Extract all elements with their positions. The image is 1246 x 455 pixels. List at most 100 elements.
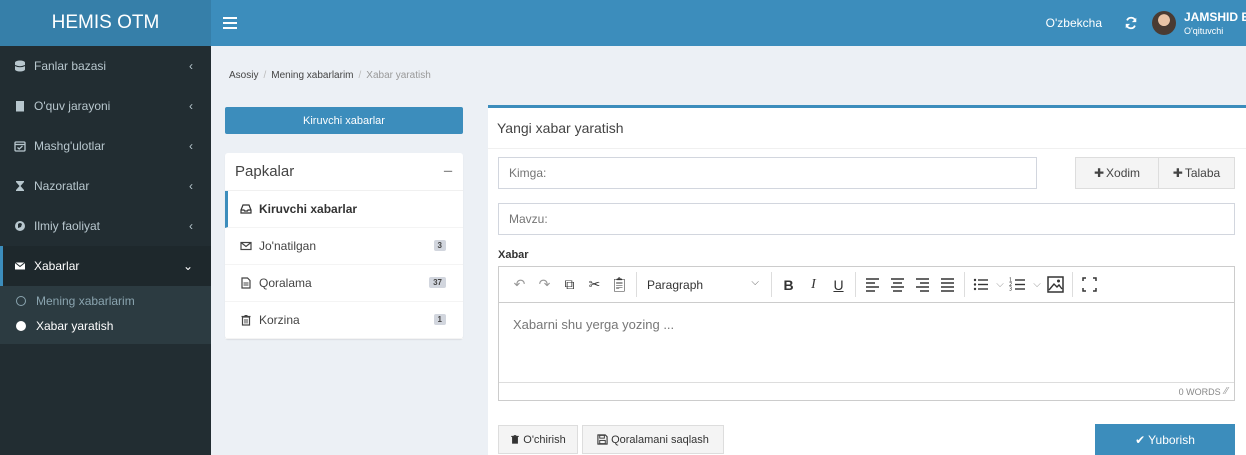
- sidebar-item-label: Ilmiy faoliyat: [34, 219, 101, 233]
- sidebar-submenu: Mening xabarlarim Xabar yaratish: [0, 286, 211, 344]
- envelope-icon: [14, 262, 26, 270]
- folders-header: Papkalar −: [225, 153, 463, 191]
- sidebar-item-oquv-jarayoni[interactable]: O'quv jarayoni ‹: [0, 86, 211, 126]
- folder-inbox[interactable]: Kiruvchi xabarlar: [225, 191, 463, 228]
- sidebar-item-ilmiy-faoliyat[interactable]: Ilmiy faoliyat ‹: [0, 206, 211, 246]
- paragraph-format-select[interactable]: Paragraph ⌵: [641, 272, 767, 297]
- book-icon: [16, 101, 24, 112]
- copy-icon[interactable]: ⧉: [557, 272, 582, 297]
- sidebar-subitem-label: Mening xabarlarim: [36, 293, 135, 308]
- folder-count-badge: 37: [429, 277, 446, 288]
- align-left-icon[interactable]: [860, 272, 885, 297]
- inbox-icon: [240, 204, 252, 214]
- breadcrumb-separator: /: [358, 70, 362, 81]
- folders-panel: Papkalar − Kiruvchi xabarlar Jo'natilgan…: [225, 153, 463, 339]
- sidebar-subitem-label: Xabar yaratish: [36, 318, 114, 333]
- insert-image-icon[interactable]: [1043, 272, 1068, 297]
- chevron-down-icon: ⌵: [751, 277, 759, 288]
- numbered-list-icon[interactable]: 123: [1006, 272, 1031, 297]
- folder-trash[interactable]: Korzina 1: [225, 302, 463, 339]
- plus-icon: ✚: [1172, 166, 1183, 180]
- menu-toggle-icon[interactable]: [223, 17, 237, 29]
- sidebar-item-nazoratlar[interactable]: Nazoratlar ‹: [0, 166, 211, 206]
- sidebar-item-label: Nazoratlar: [34, 179, 90, 193]
- trash-icon: [511, 435, 520, 444]
- add-student-button[interactable]: ✚ Talaba: [1158, 157, 1235, 189]
- add-employee-button[interactable]: ✚ Xodim: [1075, 157, 1159, 189]
- toolbar-divider: [771, 272, 772, 297]
- align-justify-icon[interactable]: [935, 272, 960, 297]
- user-menu[interactable]: JAMSHID ELOV O'qituvchi: [1184, 10, 1246, 36]
- inbox-button[interactable]: Kiruvchi xabarlar: [225, 107, 463, 134]
- editor-placeholder: Xabarni shu yerga yozing ...: [513, 317, 675, 332]
- sidebar-item-mashgulotlar[interactable]: Mashg'ulotlar ‹: [0, 126, 211, 166]
- sidebar-item-fanlar-bazasi[interactable]: Fanlar bazasi ‹: [0, 46, 211, 86]
- compose-box: Yangi xabar yaratish ✚ Xodim ✚ Talaba Xa…: [488, 105, 1246, 455]
- undo-icon[interactable]: ↶: [507, 272, 532, 297]
- editor-toolbar: ↶ ↷ ⧉ ✂ 📋︎ Paragraph ⌵ B I U ⌵ 123 ⌵: [499, 267, 1234, 303]
- folder-label: Jo'natilgan: [259, 239, 316, 253]
- delete-button[interactable]: O'chirish: [498, 425, 578, 454]
- sidebar-item-xabarlar[interactable]: Xabarlar ⌄: [0, 246, 211, 286]
- chevron-down-icon[interactable]: ⌵: [994, 272, 1006, 297]
- align-center-icon[interactable]: [885, 272, 910, 297]
- cut-icon[interactable]: ✂: [582, 272, 607, 297]
- circle-outline-icon: [16, 295, 26, 306]
- breadcrumb-separator: /: [263, 70, 267, 81]
- user-name: JAMSHID ELOV: [1184, 10, 1246, 24]
- save-draft-button[interactable]: Qoralamani saqlash: [582, 425, 724, 454]
- message-body-editor[interactable]: Xabarni shu yerga yozing ...: [499, 303, 1234, 375]
- folder-count-badge: 1: [433, 314, 446, 325]
- refresh-icon[interactable]: [1124, 16, 1138, 30]
- breadcrumb: Asosiy / Mening xabarlarim / Xabar yarat…: [229, 70, 431, 81]
- top-header: HEMIS OTM O'zbekcha JAMSHID ELOV O'qituv…: [0, 0, 1246, 46]
- sidebar-subitem-mening-xabarlarim[interactable]: Mening xabarlarim: [0, 288, 211, 313]
- sidebar-item-label: Mashg'ulotlar: [34, 139, 105, 153]
- message-label: Xabar: [498, 249, 529, 261]
- chevron-down-icon[interactable]: ⌵: [1031, 272, 1043, 297]
- language-switcher[interactable]: O'zbekcha: [1046, 16, 1102, 30]
- save-draft-label: Qoralamani saqlash: [611, 433, 709, 446]
- fullscreen-icon[interactable]: [1077, 272, 1102, 297]
- sidebar: Fanlar bazasi ‹ O'quv jarayoni ‹ Mashg'u…: [0, 46, 211, 455]
- compose-title: Yangi xabar yaratish: [488, 108, 1246, 149]
- sidebar-item-label: Xabarlar: [34, 259, 80, 273]
- redo-icon[interactable]: ↷: [532, 272, 557, 297]
- subject-input[interactable]: [498, 203, 1235, 235]
- user-avatar[interactable]: [1152, 11, 1176, 35]
- rich-text-editor: ↶ ↷ ⧉ ✂ 📋︎ Paragraph ⌵ B I U ⌵ 123 ⌵ Xab…: [498, 266, 1235, 401]
- breadcrumb-level1[interactable]: Mening xabarlarim: [271, 70, 353, 81]
- italic-icon[interactable]: I: [801, 272, 826, 297]
- chevron-left-icon: ‹: [189, 139, 193, 153]
- folder-drafts[interactable]: Qoralama 37: [225, 265, 463, 302]
- chevron-left-icon: ‹: [189, 59, 193, 73]
- paste-icon[interactable]: 📋︎: [607, 272, 632, 297]
- underline-icon[interactable]: U: [826, 272, 851, 297]
- chevron-left-icon: ‹: [189, 99, 193, 113]
- collapse-minus-icon[interactable]: −: [443, 162, 453, 182]
- floppy-disk-icon: [597, 434, 608, 445]
- word-count: 0 WORDS: [1178, 386, 1221, 397]
- app-logo[interactable]: HEMIS OTM: [0, 0, 211, 46]
- editor-status-bar: 0 WORDS ⁄⁄: [499, 382, 1234, 400]
- send-button[interactable]: ✔ Yuborish: [1095, 424, 1235, 455]
- align-right-icon[interactable]: [910, 272, 935, 297]
- folders-title: Papkalar: [235, 163, 295, 180]
- folder-label: Kiruvchi xabarlar: [259, 202, 358, 216]
- circle-filled-icon: [16, 320, 26, 331]
- breadcrumb-home[interactable]: Asosiy: [229, 70, 258, 81]
- sidebar-subitem-xabar-yaratish[interactable]: Xabar yaratish: [0, 313, 211, 338]
- folder-label: Korzina: [259, 313, 300, 327]
- resize-handle-icon[interactable]: ⁄⁄: [1225, 386, 1228, 397]
- bold-icon[interactable]: B: [776, 272, 801, 297]
- sidebar-item-label: O'quv jarayoni: [34, 99, 111, 113]
- bullet-list-icon[interactable]: [969, 272, 994, 297]
- folder-sent[interactable]: Jo'natilgan 3: [225, 228, 463, 265]
- folder-label: Qoralama: [259, 276, 312, 290]
- navbar-right: O'zbekcha JAMSHID ELOV O'qituvchi: [1046, 0, 1246, 46]
- add-employee-label: Xodim: [1106, 166, 1141, 180]
- recipient-input[interactable]: [498, 157, 1037, 189]
- send-button-label: Yuborish: [1148, 433, 1195, 447]
- globe-icon: [15, 221, 25, 231]
- chevron-left-icon: ‹: [189, 219, 193, 233]
